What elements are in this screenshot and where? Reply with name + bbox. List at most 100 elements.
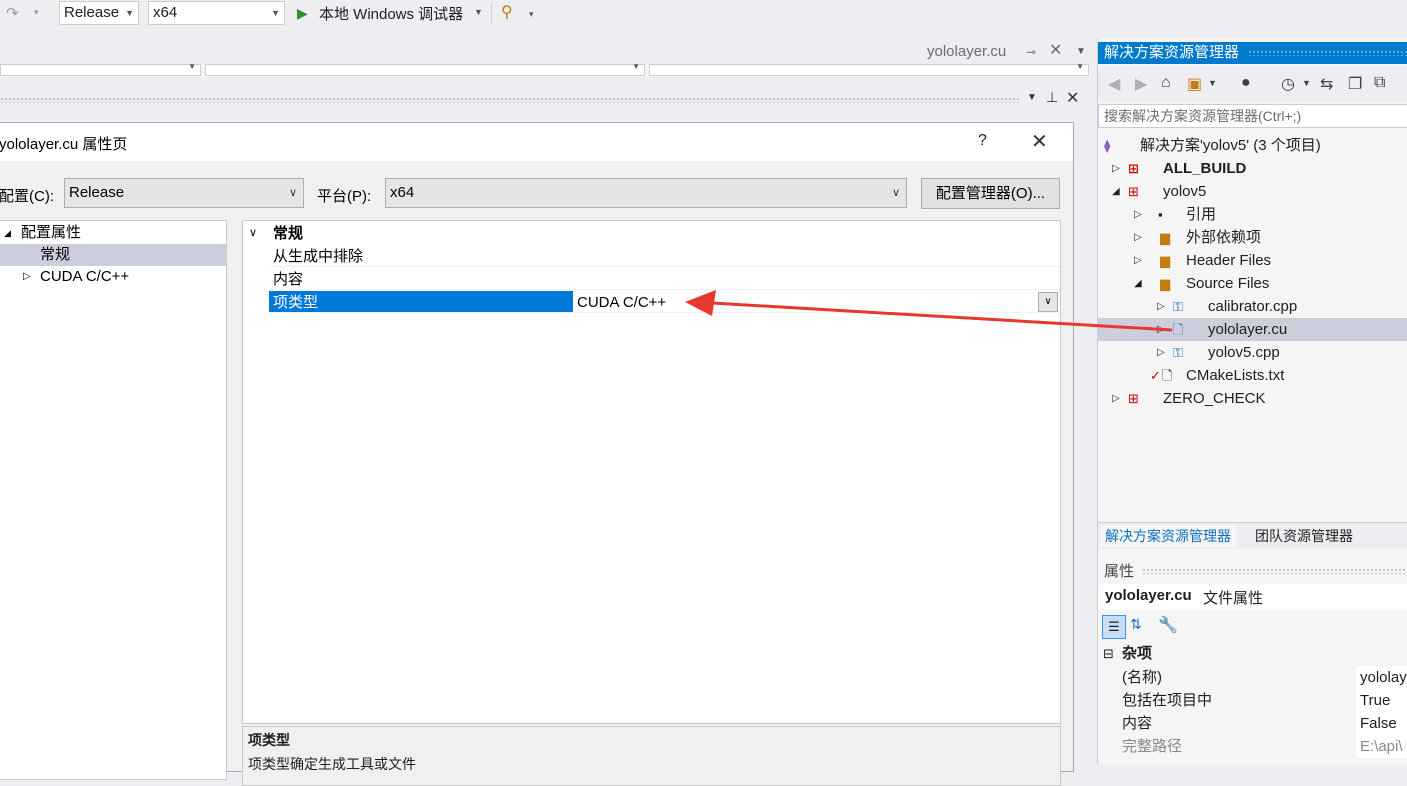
tree-item-yolov5-cpp[interactable]: ▷ ⚿ yolov5.cpp (1098, 341, 1407, 364)
chevron-down-icon[interactable]: ▼ (1208, 78, 1217, 88)
main-toolbar: ↷ ▾ Release ▼ x64 ▼ ▶ 本地 Windows 调试器 ▼ ⚲… (0, 0, 1097, 28)
pending-changes-icon[interactable]: ◷ (1281, 74, 1295, 94)
tree-item-cmakelists[interactable]: ✓ 🗋 CMakeLists.txt (1098, 364, 1407, 387)
grid-row-value[interactable] (573, 268, 1060, 290)
tree-item-label: 配置属性 (21, 224, 82, 241)
nav-member-select[interactable]: ▼ (649, 62, 1089, 76)
prop-value[interactable]: False (1356, 712, 1407, 735)
property-grid: ∨ 常规 从生成中排除 内容 项类型 CUDA C/C++ ∨ (242, 220, 1061, 724)
close-icon[interactable]: ✕ (1049, 39, 1062, 63)
web-icon[interactable]: ● (1241, 74, 1251, 92)
close-icon[interactable]: ✕ (1031, 129, 1048, 154)
pin-icon[interactable]: ⊸ (1026, 40, 1036, 64)
tree-item-zero-check[interactable]: ▷ ⊞ ZERO_CHECK (1098, 387, 1407, 410)
tree-item-external-deps[interactable]: ▷ ▆ 外部依赖项 (1098, 226, 1407, 249)
config-select[interactable]: Release ∨ (64, 178, 304, 208)
back-icon[interactable]: ◀ (1108, 74, 1120, 94)
expand-icon[interactable]: ▷ (1157, 318, 1165, 341)
prop-row[interactable]: 包括在项目中 True (1098, 689, 1407, 712)
close-icon[interactable]: ✕ (1066, 88, 1079, 108)
find-in-files-icon[interactable]: ⚲ (501, 2, 513, 22)
alphabetical-icon[interactable]: ⇅ (1130, 616, 1142, 633)
document-tab-strip: yololayer.cu ⊸ ✕ ▼ (0, 38, 1097, 66)
prop-value[interactable]: True (1356, 689, 1407, 712)
redo-dropdown-icon[interactable]: ▾ (34, 7, 39, 18)
redo-icon[interactable]: ↷ (6, 4, 19, 22)
tab-solution-explorer[interactable]: 解决方案资源管理器 (1100, 525, 1236, 547)
tree-item-all-build[interactable]: ▷ ⊞ ALL_BUILD (1098, 157, 1407, 180)
switch-views-icon[interactable]: ▣ (1187, 74, 1202, 94)
platform-select[interactable]: x64 ∨ (385, 178, 907, 208)
chevron-down-icon[interactable]: ▼ (1302, 78, 1311, 88)
tree-item-label: calibrator.cpp (1208, 298, 1298, 315)
config-manager-button[interactable]: 配置管理器(O)... (921, 178, 1060, 209)
tree-item-config-properties[interactable]: ◢ 配置属性 (0, 222, 226, 244)
panel-title: 解决方案资源管理器 (1104, 44, 1240, 61)
tree-item-calibrator[interactable]: ▷ ⚿ calibrator.cpp (1098, 295, 1407, 318)
grip-dots (0, 97, 1020, 103)
expand-icon[interactable]: ◢ (4, 222, 11, 244)
grid-category-general[interactable]: ∨ 常规 (243, 222, 1060, 245)
folder-open-icon: ▆ (1160, 276, 1170, 291)
properties-object-select[interactable]: yololayer.cu 文件属性 (1098, 584, 1407, 610)
tab-list-dropdown-icon[interactable]: ▼ (1076, 46, 1086, 57)
solution-explorer-toolbar: ◀ ▶ ⌂ ▣ ▼ ● ◷ ▼ ⇆ ❐ ⧉ (1098, 66, 1407, 102)
item-type-value[interactable]: CUDA C/C++ (573, 291, 1060, 313)
prop-value[interactable]: yololay (1356, 666, 1407, 689)
solution-config-select[interactable]: Release ▼ (59, 1, 139, 25)
home-icon[interactable]: ⌂ (1161, 74, 1171, 92)
grid-row-item-type[interactable]: 项类型 CUDA C/C++ ∨ (243, 291, 1060, 314)
pin-icon[interactable]: ⊥ (1046, 89, 1058, 106)
tree-item-header-files[interactable]: ▷ ▆ Header Files (1098, 249, 1407, 272)
solution-search-input[interactable]: 搜索解决方案资源管理器(Ctrl+;) (1098, 104, 1407, 128)
help-button[interactable]: ? (978, 132, 987, 150)
tool-window-header: ▼ ⊥ ✕ (0, 89, 1092, 111)
item-type-dropdown-button[interactable]: ∨ (1038, 292, 1058, 312)
prop-row[interactable]: (名称) yololay (1098, 666, 1407, 689)
grid-row-name: 从生成中排除 (269, 245, 573, 267)
collapse-icon[interactable]: ∨ (249, 222, 257, 245)
expand-icon[interactable]: ▷ (23, 266, 31, 288)
nav-scope-select[interactable]: ▼ (205, 62, 645, 76)
tree-item-general[interactable]: 常规 (0, 244, 226, 266)
collapse-icon[interactable]: ⊟ (1103, 642, 1114, 665)
prop-row[interactable]: 内容 False (1098, 712, 1407, 735)
tree-item-solution[interactable]: ⧫ 解决方案'yolov5' (3 个项目) (1098, 134, 1407, 157)
toolbar-overflow-icon[interactable]: ▾ (529, 9, 534, 20)
tab-team-explorer[interactable]: 团队资源管理器 (1250, 525, 1358, 547)
grid-row-exclude-from-build[interactable]: 从生成中排除 (243, 245, 1060, 268)
expand-icon[interactable]: ▷ (1157, 295, 1165, 318)
description-text: 项类型确定生成工具或文件 (248, 756, 416, 772)
grid-row-content[interactable]: 内容 (243, 268, 1060, 291)
expand-icon[interactable]: ▷ (1112, 157, 1120, 180)
prop-value[interactable]: E:\api\ (1356, 735, 1407, 758)
sync-icon[interactable]: ⇆ (1320, 74, 1333, 94)
window-menu-icon[interactable]: ▼ (1027, 92, 1037, 103)
forward-icon[interactable]: ▶ (1135, 74, 1147, 94)
prop-row[interactable]: 完整路径 E:\api\ (1098, 735, 1407, 758)
expand-icon[interactable]: ▷ (1157, 341, 1165, 364)
solution-platform-select[interactable]: x64 ▼ (148, 1, 285, 25)
show-all-files-icon[interactable]: ⧉ (1374, 74, 1385, 92)
property-category-tree: ◢ 配置属性 常规 ▷ CUDA C/C++ (0, 220, 227, 780)
collapse-icon[interactable]: ◢ (1112, 180, 1120, 203)
expand-icon[interactable]: ▷ (1134, 203, 1142, 226)
prop-name: 内容 (1122, 715, 1153, 732)
collapse-all-icon[interactable]: ❐ (1348, 74, 1362, 94)
tree-item-yolov5-project[interactable]: ◢ ⊞ yolov5 (1098, 180, 1407, 203)
tree-item-references[interactable]: ▷ ▪ 引用 (1098, 203, 1407, 226)
grid-row-value[interactable] (573, 245, 1060, 267)
category-misc[interactable]: ⊟ 杂项 (1098, 642, 1407, 665)
expand-icon[interactable]: ▷ (1112, 387, 1120, 410)
tree-item-source-files[interactable]: ◢ ▆ Source Files (1098, 272, 1407, 295)
wrench-icon[interactable]: 🔧 (1158, 615, 1178, 635)
expand-icon[interactable]: ▷ (1134, 249, 1142, 272)
nav-project-select[interactable]: ▼ (0, 62, 201, 76)
categorized-icon[interactable]: ☰ (1102, 615, 1126, 639)
tree-item-cuda[interactable]: ▷ CUDA C/C++ (0, 266, 226, 288)
tree-item-yololayer[interactable]: ▷ 🗋 yololayer.cu (1098, 318, 1407, 341)
tab-yololayer[interactable]: yololayer.cu ⊸ ✕ (922, 40, 1075, 64)
expand-icon[interactable]: ▷ (1134, 226, 1142, 249)
collapse-icon[interactable]: ◢ (1134, 272, 1142, 295)
tree-item-label: Header Files (1186, 252, 1272, 269)
